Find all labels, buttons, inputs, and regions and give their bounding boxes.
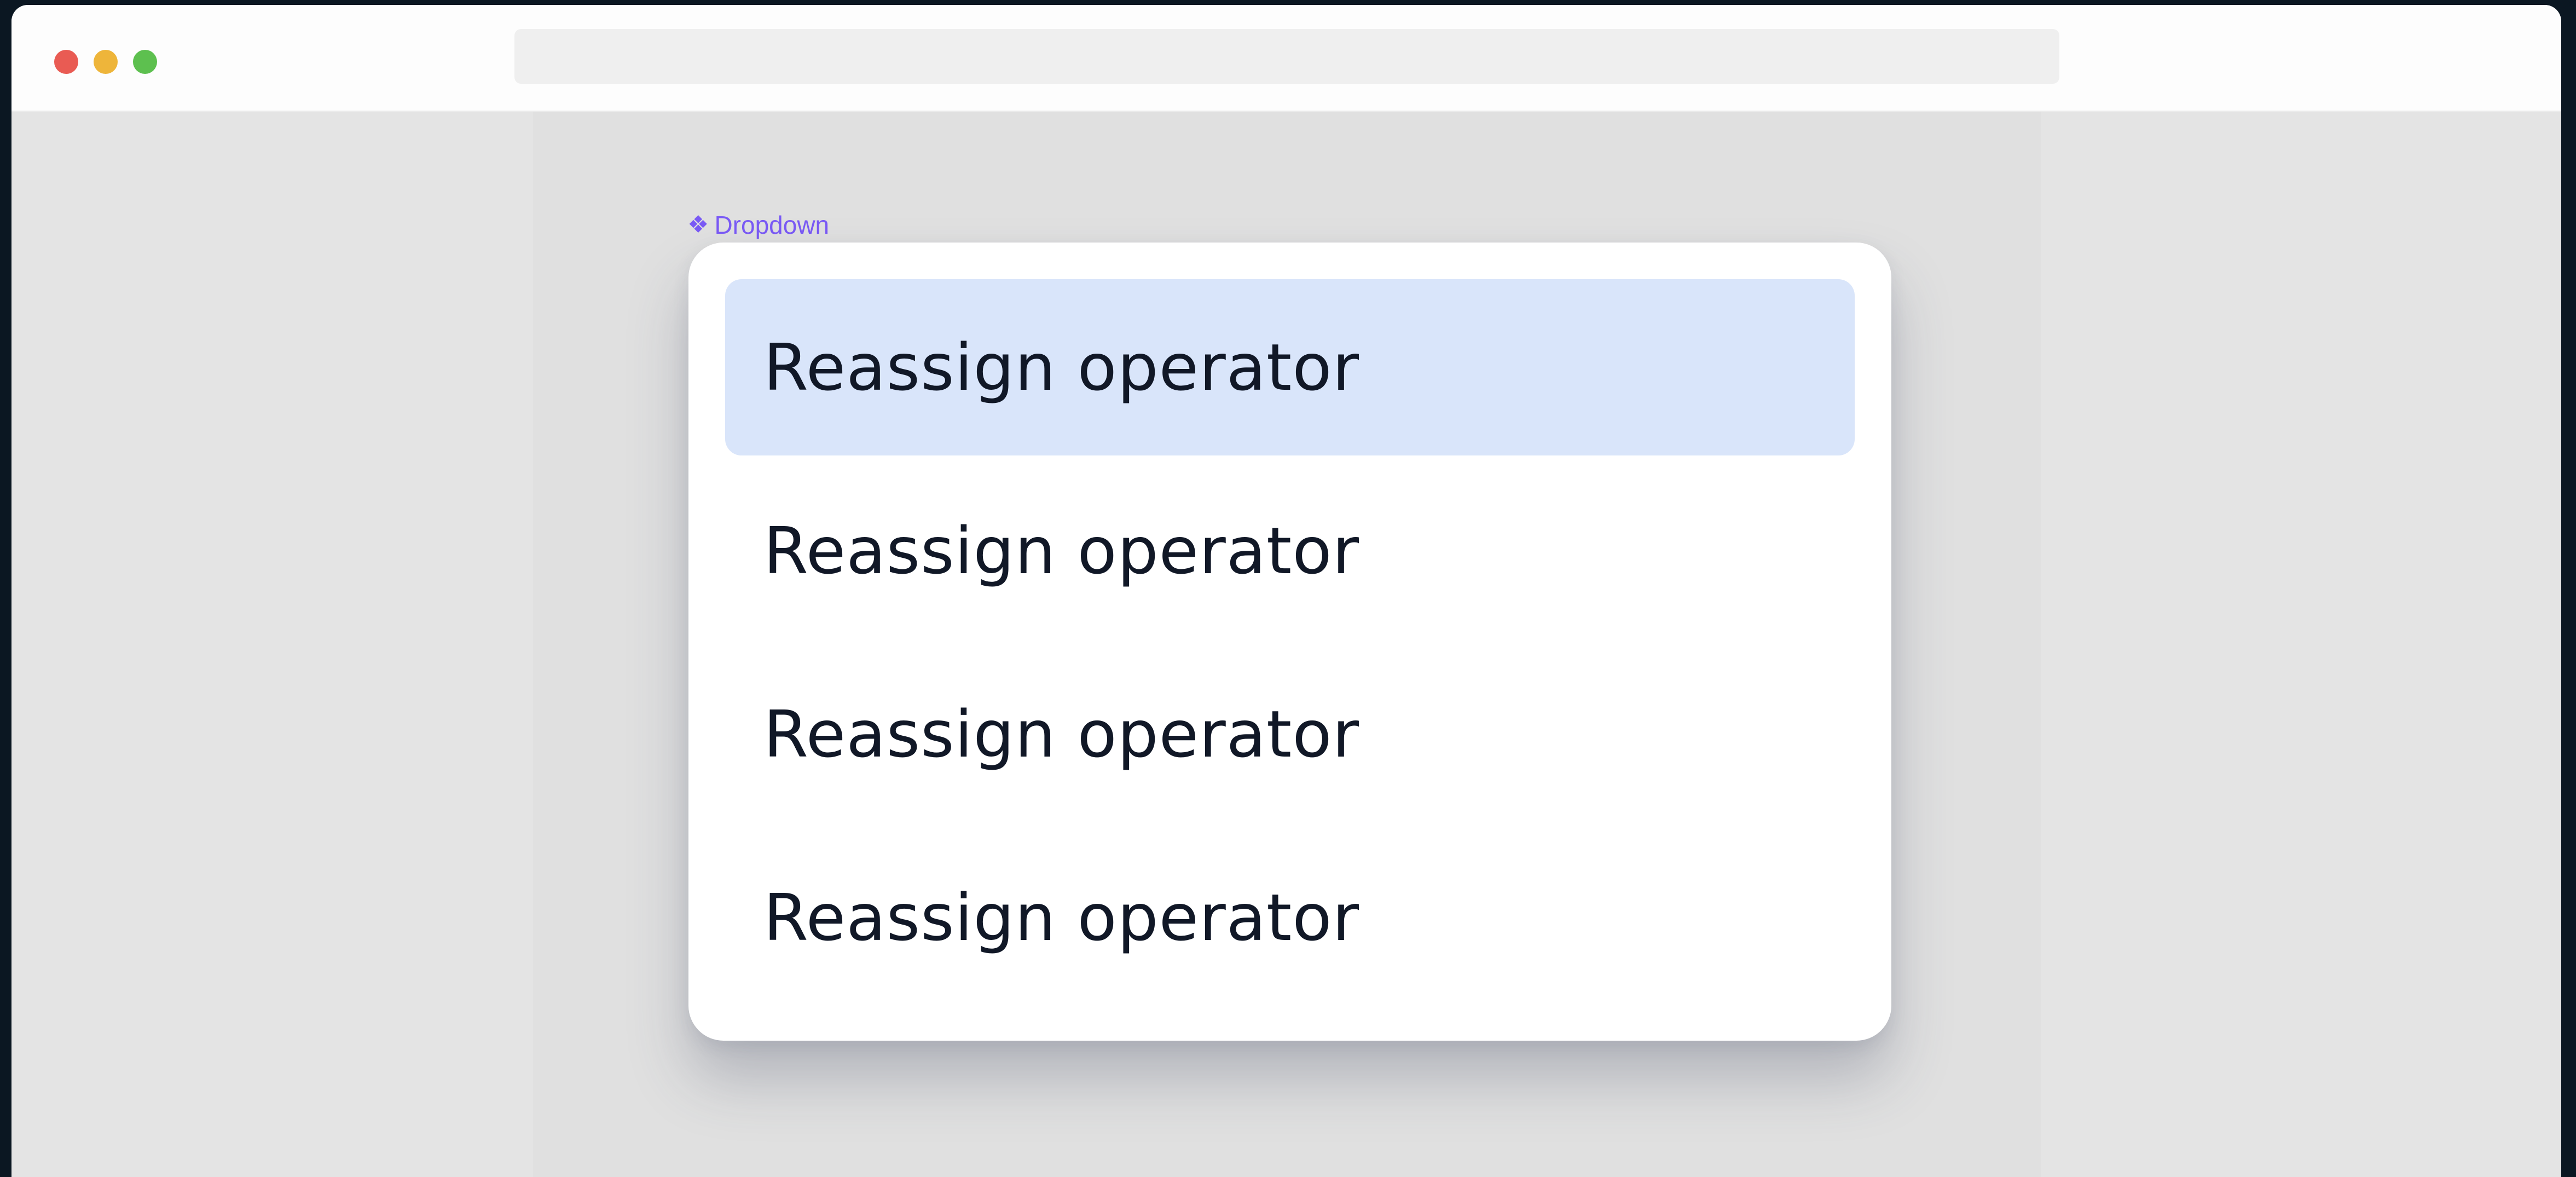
- component-label-text: Dropdown: [714, 211, 830, 239]
- dropdown-item-label: Reassign operator: [763, 513, 1360, 588]
- dropdown-menu: Reassign operator Reassign operator Reas…: [688, 243, 1891, 1041]
- title-bar: [11, 5, 2561, 112]
- maximize-window-button[interactable]: [133, 50, 157, 74]
- component-diamond-icon: ❖: [687, 211, 709, 238]
- dropdown-item-label: Reassign operator: [763, 696, 1360, 772]
- dropdown-item-label: Reassign operator: [763, 330, 1360, 405]
- component-label[interactable]: ❖ Dropdown: [687, 210, 829, 240]
- dropdown-item[interactable]: Reassign operator: [725, 646, 1855, 822]
- minimize-window-button[interactable]: [94, 50, 118, 74]
- dropdown-item-label: Reassign operator: [763, 880, 1360, 955]
- dropdown-item[interactable]: Reassign operator: [725, 829, 1855, 1006]
- dropdown-item[interactable]: Reassign operator: [725, 463, 1855, 639]
- close-window-button[interactable]: [54, 50, 78, 74]
- dropdown-item-selected[interactable]: Reassign operator: [725, 279, 1855, 455]
- address-bar[interactable]: [514, 29, 2059, 84]
